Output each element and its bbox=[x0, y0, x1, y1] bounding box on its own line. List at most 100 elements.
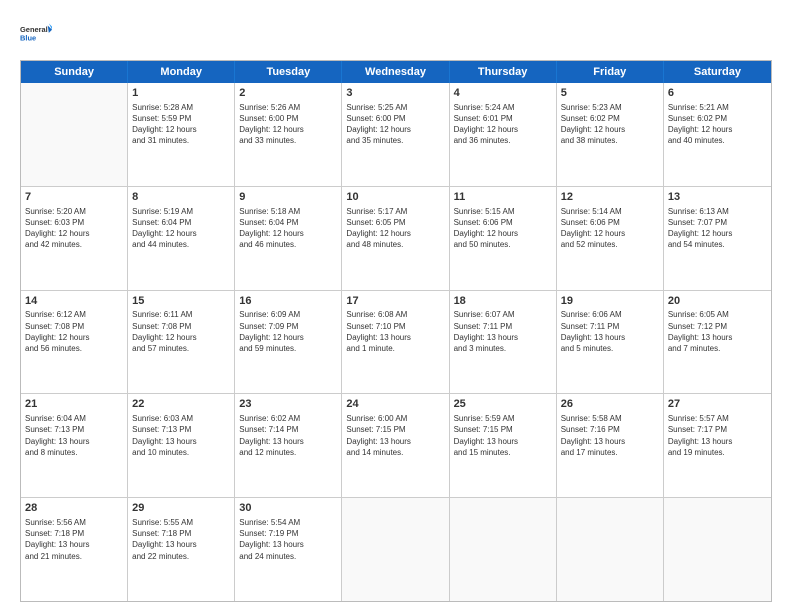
calendar-cell: 11Sunrise: 5:15 AM Sunset: 6:06 PM Dayli… bbox=[450, 187, 557, 290]
day-number: 7 bbox=[25, 190, 123, 205]
weekday-header: Monday bbox=[128, 61, 235, 83]
day-info: Sunrise: 6:11 AM Sunset: 7:08 PM Dayligh… bbox=[132, 309, 230, 354]
day-info: Sunrise: 5:55 AM Sunset: 7:18 PM Dayligh… bbox=[132, 517, 230, 562]
calendar-cell bbox=[21, 83, 128, 186]
day-number: 16 bbox=[239, 294, 337, 309]
calendar-cell: 27Sunrise: 5:57 AM Sunset: 7:17 PM Dayli… bbox=[664, 394, 771, 497]
calendar-cell: 25Sunrise: 5:59 AM Sunset: 7:15 PM Dayli… bbox=[450, 394, 557, 497]
calendar-cell: 4Sunrise: 5:24 AM Sunset: 6:01 PM Daylig… bbox=[450, 83, 557, 186]
day-number: 3 bbox=[346, 86, 444, 101]
day-number: 27 bbox=[668, 397, 767, 412]
calendar-row: 7Sunrise: 5:20 AM Sunset: 6:03 PM Daylig… bbox=[21, 187, 771, 291]
day-number: 22 bbox=[132, 397, 230, 412]
day-number: 17 bbox=[346, 294, 444, 309]
svg-text:Blue: Blue bbox=[20, 33, 36, 42]
day-info: Sunrise: 5:54 AM Sunset: 7:19 PM Dayligh… bbox=[239, 517, 337, 562]
day-info: Sunrise: 5:18 AM Sunset: 6:04 PM Dayligh… bbox=[239, 206, 337, 251]
calendar-row: 1Sunrise: 5:28 AM Sunset: 5:59 PM Daylig… bbox=[21, 83, 771, 187]
day-number: 18 bbox=[454, 294, 552, 309]
calendar-cell: 5Sunrise: 5:23 AM Sunset: 6:02 PM Daylig… bbox=[557, 83, 664, 186]
calendar-cell bbox=[450, 498, 557, 601]
day-info: Sunrise: 5:25 AM Sunset: 6:00 PM Dayligh… bbox=[346, 102, 444, 147]
day-info: Sunrise: 5:26 AM Sunset: 6:00 PM Dayligh… bbox=[239, 102, 337, 147]
calendar-cell: 21Sunrise: 6:04 AM Sunset: 7:13 PM Dayli… bbox=[21, 394, 128, 497]
day-number: 13 bbox=[668, 190, 767, 205]
calendar-cell: 26Sunrise: 5:58 AM Sunset: 7:16 PM Dayli… bbox=[557, 394, 664, 497]
day-info: Sunrise: 5:23 AM Sunset: 6:02 PM Dayligh… bbox=[561, 102, 659, 147]
day-info: Sunrise: 5:57 AM Sunset: 7:17 PM Dayligh… bbox=[668, 413, 767, 458]
day-number: 28 bbox=[25, 501, 123, 516]
calendar-cell: 2Sunrise: 5:26 AM Sunset: 6:00 PM Daylig… bbox=[235, 83, 342, 186]
header: General Blue bbox=[20, 18, 772, 50]
day-info: Sunrise: 6:08 AM Sunset: 7:10 PM Dayligh… bbox=[346, 309, 444, 354]
day-info: Sunrise: 5:28 AM Sunset: 5:59 PM Dayligh… bbox=[132, 102, 230, 147]
weekday-header: Sunday bbox=[21, 61, 128, 83]
calendar-row: 28Sunrise: 5:56 AM Sunset: 7:18 PM Dayli… bbox=[21, 498, 771, 601]
weekday-header: Thursday bbox=[450, 61, 557, 83]
logo-icon: General Blue bbox=[20, 18, 52, 50]
calendar-cell: 28Sunrise: 5:56 AM Sunset: 7:18 PM Dayli… bbox=[21, 498, 128, 601]
day-info: Sunrise: 6:02 AM Sunset: 7:14 PM Dayligh… bbox=[239, 413, 337, 458]
day-info: Sunrise: 6:13 AM Sunset: 7:07 PM Dayligh… bbox=[668, 206, 767, 251]
calendar-cell: 20Sunrise: 6:05 AM Sunset: 7:12 PM Dayli… bbox=[664, 291, 771, 394]
day-number: 25 bbox=[454, 397, 552, 412]
day-info: Sunrise: 6:00 AM Sunset: 7:15 PM Dayligh… bbox=[346, 413, 444, 458]
day-info: Sunrise: 5:21 AM Sunset: 6:02 PM Dayligh… bbox=[668, 102, 767, 147]
calendar-cell: 29Sunrise: 5:55 AM Sunset: 7:18 PM Dayli… bbox=[128, 498, 235, 601]
calendar-cell: 18Sunrise: 6:07 AM Sunset: 7:11 PM Dayli… bbox=[450, 291, 557, 394]
calendar-cell: 13Sunrise: 6:13 AM Sunset: 7:07 PM Dayli… bbox=[664, 187, 771, 290]
calendar-cell bbox=[557, 498, 664, 601]
day-info: Sunrise: 5:19 AM Sunset: 6:04 PM Dayligh… bbox=[132, 206, 230, 251]
day-number: 26 bbox=[561, 397, 659, 412]
calendar-cell: 6Sunrise: 5:21 AM Sunset: 6:02 PM Daylig… bbox=[664, 83, 771, 186]
calendar-cell: 16Sunrise: 6:09 AM Sunset: 7:09 PM Dayli… bbox=[235, 291, 342, 394]
day-number: 24 bbox=[346, 397, 444, 412]
calendar-cell: 1Sunrise: 5:28 AM Sunset: 5:59 PM Daylig… bbox=[128, 83, 235, 186]
day-number: 12 bbox=[561, 190, 659, 205]
day-info: Sunrise: 6:05 AM Sunset: 7:12 PM Dayligh… bbox=[668, 309, 767, 354]
day-number: 20 bbox=[668, 294, 767, 309]
logo: General Blue bbox=[20, 18, 52, 50]
day-number: 1 bbox=[132, 86, 230, 101]
weekday-header: Saturday bbox=[664, 61, 771, 83]
weekday-header: Friday bbox=[557, 61, 664, 83]
weekday-header: Tuesday bbox=[235, 61, 342, 83]
calendar-cell: 8Sunrise: 5:19 AM Sunset: 6:04 PM Daylig… bbox=[128, 187, 235, 290]
day-number: 23 bbox=[239, 397, 337, 412]
day-info: Sunrise: 5:20 AM Sunset: 6:03 PM Dayligh… bbox=[25, 206, 123, 251]
day-info: Sunrise: 6:07 AM Sunset: 7:11 PM Dayligh… bbox=[454, 309, 552, 354]
day-info: Sunrise: 5:59 AM Sunset: 7:15 PM Dayligh… bbox=[454, 413, 552, 458]
calendar-cell: 15Sunrise: 6:11 AM Sunset: 7:08 PM Dayli… bbox=[128, 291, 235, 394]
calendar-cell: 14Sunrise: 6:12 AM Sunset: 7:08 PM Dayli… bbox=[21, 291, 128, 394]
calendar-cell: 17Sunrise: 6:08 AM Sunset: 7:10 PM Dayli… bbox=[342, 291, 449, 394]
day-info: Sunrise: 5:24 AM Sunset: 6:01 PM Dayligh… bbox=[454, 102, 552, 147]
day-number: 21 bbox=[25, 397, 123, 412]
day-number: 19 bbox=[561, 294, 659, 309]
day-number: 29 bbox=[132, 501, 230, 516]
day-info: Sunrise: 6:06 AM Sunset: 7:11 PM Dayligh… bbox=[561, 309, 659, 354]
calendar-row: 21Sunrise: 6:04 AM Sunset: 7:13 PM Dayli… bbox=[21, 394, 771, 498]
day-number: 5 bbox=[561, 86, 659, 101]
day-number: 9 bbox=[239, 190, 337, 205]
calendar-cell: 19Sunrise: 6:06 AM Sunset: 7:11 PM Dayli… bbox=[557, 291, 664, 394]
calendar-cell: 3Sunrise: 5:25 AM Sunset: 6:00 PM Daylig… bbox=[342, 83, 449, 186]
calendar-container: SundayMondayTuesdayWednesdayThursdayFrid… bbox=[20, 60, 772, 602]
calendar: SundayMondayTuesdayWednesdayThursdayFrid… bbox=[21, 61, 771, 601]
day-info: Sunrise: 6:12 AM Sunset: 7:08 PM Dayligh… bbox=[25, 309, 123, 354]
weekday-header: Wednesday bbox=[342, 61, 449, 83]
day-info: Sunrise: 5:14 AM Sunset: 6:06 PM Dayligh… bbox=[561, 206, 659, 251]
day-number: 6 bbox=[668, 86, 767, 101]
day-info: Sunrise: 5:17 AM Sunset: 6:05 PM Dayligh… bbox=[346, 206, 444, 251]
calendar-cell: 10Sunrise: 5:17 AM Sunset: 6:05 PM Dayli… bbox=[342, 187, 449, 290]
calendar-cell: 30Sunrise: 5:54 AM Sunset: 7:19 PM Dayli… bbox=[235, 498, 342, 601]
calendar-cell: 9Sunrise: 5:18 AM Sunset: 6:04 PM Daylig… bbox=[235, 187, 342, 290]
day-info: Sunrise: 5:15 AM Sunset: 6:06 PM Dayligh… bbox=[454, 206, 552, 251]
calendar-cell: 22Sunrise: 6:03 AM Sunset: 7:13 PM Dayli… bbox=[128, 394, 235, 497]
day-number: 30 bbox=[239, 501, 337, 516]
calendar-body: 1Sunrise: 5:28 AM Sunset: 5:59 PM Daylig… bbox=[21, 83, 771, 601]
day-info: Sunrise: 6:04 AM Sunset: 7:13 PM Dayligh… bbox=[25, 413, 123, 458]
day-number: 2 bbox=[239, 86, 337, 101]
day-number: 14 bbox=[25, 294, 123, 309]
calendar-row: 14Sunrise: 6:12 AM Sunset: 7:08 PM Dayli… bbox=[21, 291, 771, 395]
day-info: Sunrise: 6:03 AM Sunset: 7:13 PM Dayligh… bbox=[132, 413, 230, 458]
